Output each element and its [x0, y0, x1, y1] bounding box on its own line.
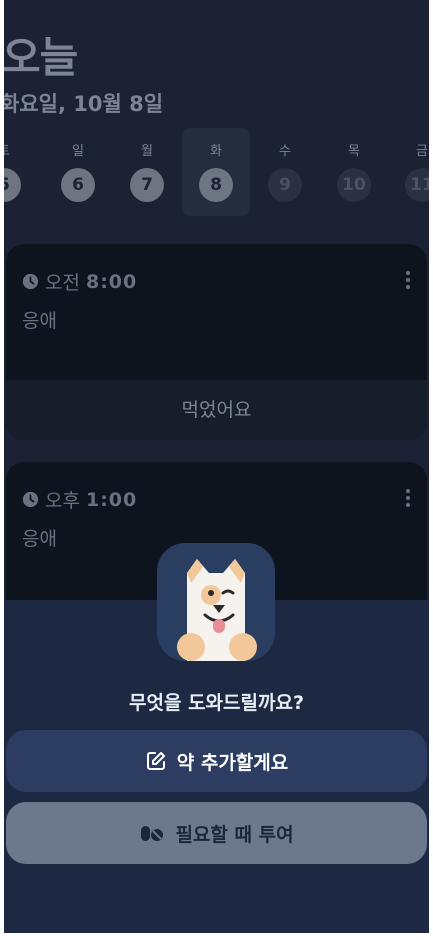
day-number: 5 — [4, 168, 21, 202]
day-thu[interactable]: 목 10 — [320, 128, 388, 216]
time-value: 1:00 — [85, 488, 138, 511]
pills-icon — [141, 826, 164, 841]
add-medication-button[interactable]: 약 추가할게요 — [6, 730, 427, 792]
clock-icon — [22, 273, 39, 290]
as-needed-label: 필요할 때 투여 — [175, 823, 294, 846]
date-subtitle: 화요일, 10월 8일 — [4, 92, 164, 116]
more-vertical-icon[interactable] — [405, 488, 411, 508]
took-it-button[interactable]: 먹었어요 — [6, 380, 427, 440]
time-period: 오후 — [45, 490, 80, 512]
edit-icon — [146, 752, 165, 770]
add-medication-label: 약 추가할게요 — [176, 751, 289, 774]
day-number: 9 — [268, 168, 302, 202]
medication-name: 응애 — [22, 310, 57, 332]
day-name: 목 — [348, 144, 360, 159]
day-tue-selected[interactable]: 화 8 — [182, 128, 250, 216]
dog-mascot-icon — [157, 543, 275, 661]
app-screen: 오늘 화요일, 10월 8일 토 5 일 6 월 7 화 8 수 9 목 10 … — [4, 0, 429, 933]
day-number: 10 — [337, 168, 371, 202]
sheet-question: 무엇을 도와드릴까요? — [129, 692, 304, 714]
day-name: 토 — [4, 140, 38, 162]
dose-card[interactable]: 오전 8:00 응애 먹었어요 — [6, 244, 427, 440]
time-value: 8:00 — [85, 270, 138, 293]
page-title: 오늘 — [4, 33, 78, 82]
dose-time: 오후 1:00 — [22, 486, 137, 513]
day-sun[interactable]: 일 6 — [44, 128, 112, 216]
day-name: 월 — [141, 144, 153, 159]
time-period: 오전 — [45, 272, 80, 294]
day-sat[interactable]: 토 5 — [4, 128, 38, 216]
day-mon[interactable]: 월 7 — [113, 128, 181, 216]
more-vertical-icon[interactable] — [405, 270, 411, 290]
as-needed-button[interactable]: 필요할 때 투여 — [6, 802, 427, 864]
day-number: 8 — [199, 168, 233, 202]
day-name: 화 — [210, 144, 222, 159]
clock-icon — [22, 491, 39, 508]
day-number: 11 — [405, 168, 429, 202]
day-number: 6 — [61, 168, 95, 202]
day-wed[interactable]: 수 9 — [251, 128, 319, 216]
day-name: 일 — [72, 144, 84, 159]
day-number: 7 — [130, 168, 164, 202]
day-name: 수 — [279, 144, 291, 159]
week-strip: 토 5 일 6 월 7 화 8 수 9 목 10 금 11 — [4, 128, 429, 218]
day-fri[interactable]: 금 11 — [388, 128, 429, 216]
day-name: 금 — [416, 144, 428, 159]
medication-name: 응애 — [22, 528, 57, 550]
dose-time: 오전 8:00 — [22, 268, 137, 295]
